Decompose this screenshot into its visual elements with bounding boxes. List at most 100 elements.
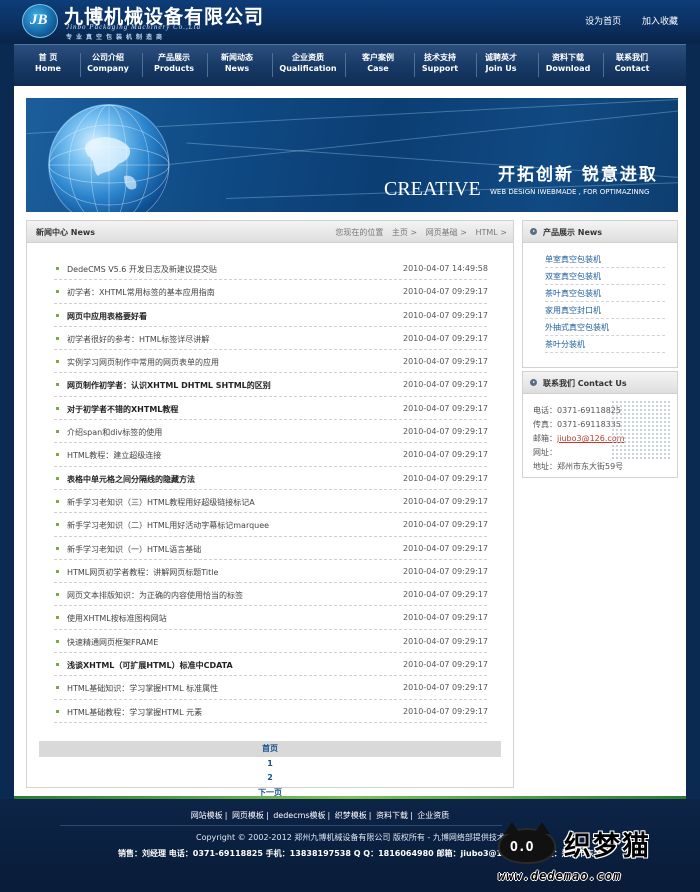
news-item-title[interactable]: 介绍span和div标签的使用	[67, 427, 162, 438]
nav-company[interactable]: 公司介绍 Company	[76, 52, 140, 74]
news-item-title[interactable]: 初学者很好的参考：HTML标签详尽讲解	[67, 334, 209, 345]
page-link-2[interactable]: 2	[39, 773, 501, 782]
contact-panel-header: 联系我们 Contact Us	[523, 372, 677, 394]
news-item[interactable]: DedeCMS V5.6 开发日志及新建议提交贴 2010-04-07 14:49…	[54, 257, 488, 281]
news-item-title[interactable]: HTML教程：建立超级连接	[67, 450, 161, 461]
nav-label-en: Company	[87, 64, 129, 73]
page-link-1[interactable]: 1	[39, 759, 501, 768]
news-item[interactable]: HTML基础教程：学习掌握HTML 元素 2010-04-07 09:29:17	[54, 700, 488, 723]
news-item[interactable]: 表格中单元格之间分隔线的隐藏方法 2010-04-07 09:29:17	[54, 467, 488, 490]
nav-label-en: Case	[367, 64, 389, 73]
product-link[interactable]: 单室真空包装机	[545, 251, 665, 268]
bullet-icon	[56, 686, 59, 690]
nav-support[interactable]: 技术支持 Support	[408, 52, 472, 74]
news-item-date: 2010-04-07 09:29:17	[403, 660, 488, 670]
news-item-title[interactable]: HTML基础教程：学习掌握HTML 元素	[67, 707, 202, 718]
news-item-date: 2010-04-07 09:29:17	[403, 287, 488, 297]
news-item[interactable]: 网页中应用表格要好看 2010-04-07 09:29:17	[54, 304, 488, 327]
news-item-title[interactable]: 网页中应用表格要好看	[67, 311, 147, 322]
breadcrumb-home[interactable]: 主页 >	[392, 228, 417, 237]
news-item[interactable]: 对于初学者不错的XHTML教程 2010-04-07 09:29:17	[54, 397, 488, 421]
news-item[interactable]: 新手学习老知识（三）HTML教程用好超级链接标记A 2010-04-07 09:2…	[54, 490, 488, 514]
news-item[interactable]: HTML基础知识：学习掌握HTML 标准属性 2010-04-07 09:29:1…	[54, 676, 488, 700]
news-item-title[interactable]: 新手学习老知识（一）HTML语言基础	[67, 544, 201, 555]
nav-label-en: Join Us	[485, 64, 517, 73]
news-item-title[interactable]: 快速精通网页框架FRAME	[67, 637, 158, 648]
nav-label-en: News	[224, 64, 250, 73]
bullet-icon	[56, 616, 59, 620]
news-item-title[interactable]: 网页制作初学者：认识XHTML DHTML SHTML的区别	[67, 380, 271, 391]
news-item-title[interactable]: 对于初学者不错的XHTML教程	[67, 404, 178, 415]
footer-link[interactable]: 网页模板	[232, 811, 264, 820]
nav-label-cn: 企业资质	[292, 53, 324, 62]
news-item-title[interactable]: 网页文本排版知识：为正确的内容使用恰当的标签	[67, 590, 243, 601]
product-link[interactable]: 茶叶真空包装机	[545, 285, 665, 302]
product-link[interactable]: 双室真空包装机	[545, 268, 665, 285]
news-item-title[interactable]: 初学者：XHTML常用标签的基本应用指南	[67, 287, 215, 298]
news-item-date: 2010-04-07 09:29:17	[403, 403, 488, 413]
footer-link[interactable]: dedecms模板	[273, 811, 325, 820]
footer-copyright: Copyright © 2002-2012 郑州九博机械设备有限公司 版权所有 …	[196, 833, 505, 842]
news-item[interactable]: 快速精通网页框架FRAME 2010-04-07 09:29:17	[54, 630, 488, 654]
news-item[interactable]: HTML网页初学者教程：讲解网页标题Title 2010-04-07 09:29:…	[54, 560, 488, 584]
product-link[interactable]: 外抽式真空包装机	[545, 319, 665, 336]
news-item-title[interactable]: 实例学习网页制作中常用的网页表单的应用	[67, 357, 219, 368]
nav-case[interactable]: 客户案例 Case	[346, 52, 410, 74]
news-item-date: 2010-04-07 09:29:17	[403, 473, 488, 483]
nav-home[interactable]: 首 页 Home	[16, 52, 80, 74]
news-item[interactable]: 网页制作初学者：认识XHTML DHTML SHTML的区别 2010-04-07…	[54, 373, 488, 397]
product-link[interactable]: 茶叶分装机	[545, 336, 665, 353]
page-first-link[interactable]: 首页	[262, 744, 278, 753]
nav-qualification[interactable]: 企业资质 Qualification	[276, 52, 340, 74]
company-name-en: Jinbo Packaging Machinery Co.,Ltd	[66, 23, 202, 31]
news-item[interactable]: HTML教程：建立超级连接 2010-04-07 09:29:17	[54, 443, 488, 467]
bullet-icon	[56, 593, 59, 597]
news-item-title[interactable]: 使用XHTML按标准图构网站	[67, 613, 167, 624]
news-item[interactable]: 浅谈XHTML（可扩展HTML）标准中CDATA 2010-04-07 09:29…	[54, 653, 488, 677]
nav-news[interactable]: 新闻动态 News	[205, 52, 269, 74]
footer-link[interactable]: 网站模板	[191, 811, 223, 820]
news-item-title[interactable]: 表格中单元格之间分隔线的隐藏方法	[67, 474, 195, 485]
news-list: DedeCMS V5.6 开发日志及新建议提交贴 2010-04-07 14:49…	[54, 257, 488, 723]
add-favorite-link[interactable]: 加入收藏	[642, 17, 678, 27]
news-item[interactable]: 网页文本排版知识：为正确的内容使用恰当的标签 2010-04-07 09:29:1…	[54, 583, 488, 607]
news-item-title[interactable]: HTML网页初学者教程：讲解网页标题Title	[67, 567, 218, 578]
news-item-date: 2010-04-07 09:29:17	[403, 427, 488, 437]
news-item-date: 2010-04-07 09:29:17	[403, 380, 488, 390]
news-item-title[interactable]: HTML基础知识：学习掌握HTML 标准属性	[67, 683, 218, 694]
breadcrumb-category[interactable]: 网页基础 >	[426, 228, 467, 237]
footer-link[interactable]: 企业资质	[417, 811, 449, 820]
bullet-icon	[56, 336, 59, 340]
news-item-title[interactable]: 新手学习老知识（三）HTML教程用好超级链接标记A	[67, 497, 255, 508]
breadcrumb: 您现在的位置 主页 > 网页基础 > HTML >	[329, 227, 507, 238]
product-link[interactable]: 家用真空封口机	[545, 302, 665, 319]
news-item[interactable]: 介绍span和div标签的使用 2010-04-07 09:29:17	[54, 420, 488, 444]
news-item[interactable]: 初学者很好的参考：HTML标签详尽讲解 2010-04-07 09:29:17	[54, 327, 488, 351]
news-item-date: 2010-04-07 09:29:17	[403, 636, 488, 646]
news-item[interactable]: 使用XHTML按标准图构网站 2010-04-07 09:29:17	[54, 606, 488, 630]
nav-contact[interactable]: 联系我们 Contact	[600, 52, 664, 74]
footer-link[interactable]: 资料下载	[376, 811, 408, 820]
news-item-date: 2010-04-07 09:29:17	[403, 590, 488, 600]
contact-email-label: 邮箱：	[533, 434, 557, 443]
news-item-date: 2010-04-07 09:29:17	[403, 683, 488, 693]
set-home-link[interactable]: 设为首页	[585, 17, 621, 27]
news-item-date: 2010-04-07 09:29:17	[403, 706, 488, 716]
contact-panel-title: 联系我们 Contact Us	[543, 379, 627, 388]
news-item[interactable]: 新手学习老知识（一）HTML语言基础 2010-04-07 09:29:17	[54, 537, 488, 560]
news-item[interactable]: 新手学习老知识（二）HTML用好活动字幕标记marquee 2010-04-07 …	[54, 513, 488, 537]
news-item[interactable]: 初学者：XHTML常用标签的基本应用指南 2010-04-07 09:29:17	[54, 280, 488, 304]
logo-icon[interactable]: JB	[22, 4, 58, 38]
news-item-title[interactable]: 浅谈XHTML（可扩展HTML）标准中CDATA	[67, 660, 233, 671]
breadcrumb-subcategory[interactable]: HTML >	[475, 228, 507, 237]
bullet-icon	[56, 360, 59, 364]
nav-products[interactable]: 产品展示 Products	[142, 52, 206, 74]
news-item-title[interactable]: 新手学习老知识（二）HTML用好活动字幕标记marquee	[67, 520, 269, 531]
news-item[interactable]: 实例学习网页制作中常用的网页表单的应用 2010-04-07 09:29:17	[54, 350, 488, 374]
footer-link[interactable]: 织梦模板	[335, 811, 367, 820]
bullet-icon	[56, 569, 59, 573]
news-item-title[interactable]: DedeCMS V5.6 开发日志及新建议提交贴	[67, 264, 217, 275]
nav-download[interactable]: 资料下载 Download	[536, 52, 600, 74]
bullet-icon	[56, 499, 59, 503]
nav-join[interactable]: 诚聘英才 Join Us	[469, 52, 533, 74]
